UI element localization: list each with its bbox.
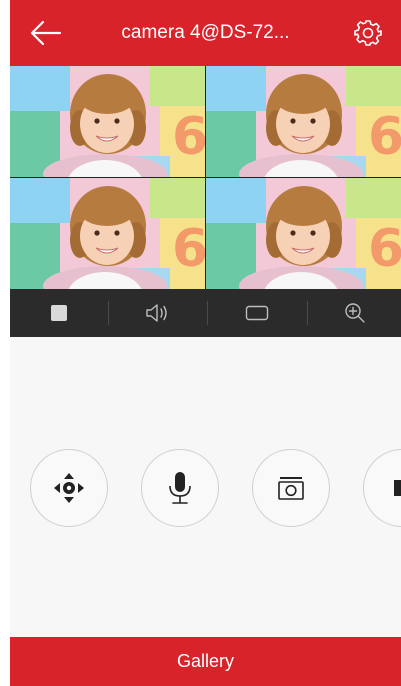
gallery-button[interactable]: Gallery xyxy=(10,637,401,686)
svg-text:6: 6 xyxy=(368,107,401,167)
gallery-label: Gallery xyxy=(176,651,234,671)
sound-button[interactable] xyxy=(109,289,207,337)
video-grid[interactable]: 6 6 6 6 xyxy=(10,66,401,289)
record-icon xyxy=(394,480,401,496)
arrow-left-icon xyxy=(30,20,62,46)
settings-button[interactable] xyxy=(353,18,383,48)
video-tile-4[interactable]: 6 xyxy=(206,178,401,289)
video-tile-2[interactable]: 6 xyxy=(206,66,401,177)
playback-control-bar xyxy=(10,289,401,337)
zoom-button[interactable] xyxy=(308,289,401,337)
svg-text:6: 6 xyxy=(368,219,401,279)
camera-snapshot-icon xyxy=(278,477,304,500)
action-panel xyxy=(10,337,401,637)
video-tile-3[interactable]: 6 xyxy=(10,178,205,289)
app-frame: camera 4@DS-72... 6 6 6 6 Gallery xyxy=(10,0,401,686)
back-button[interactable] xyxy=(28,18,64,48)
stop-button[interactable] xyxy=(10,289,108,337)
svg-text:6: 6 xyxy=(172,107,205,167)
talk-button[interactable] xyxy=(141,449,219,527)
fullscreen-button[interactable] xyxy=(208,289,306,337)
ptz-button[interactable] xyxy=(30,449,108,527)
fullscreen-icon xyxy=(245,305,269,321)
speaker-icon xyxy=(146,304,167,322)
header-bar: camera 4@DS-72... xyxy=(10,0,401,66)
record-button[interactable] xyxy=(363,449,401,527)
video-tile-1[interactable]: 6 xyxy=(10,66,205,177)
zoom-in-icon xyxy=(344,303,365,323)
svg-text:6: 6 xyxy=(172,219,205,279)
snapshot-button[interactable] xyxy=(252,449,330,527)
microphone-icon xyxy=(169,472,191,504)
ptz-direction-icon xyxy=(54,473,84,503)
gear-icon xyxy=(354,20,382,46)
page-title: camera 4@DS-72... xyxy=(121,22,290,43)
stop-icon xyxy=(51,305,67,321)
